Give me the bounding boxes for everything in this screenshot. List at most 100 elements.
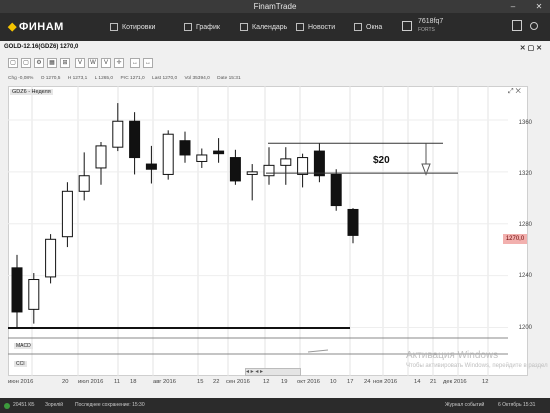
last-value: Last 1270,0 <box>152 76 178 81</box>
candle-body <box>297 157 309 175</box>
instrument-title: GOLD-12.16(GDZ6) 1270,0 <box>4 44 79 50</box>
crosshair-icon[interactable]: ✛ <box>114 58 124 68</box>
account-market: FORTS <box>418 27 435 33</box>
chart-icon <box>184 23 192 31</box>
x-axis-label: окт 2016 <box>297 379 320 385</box>
candle-body <box>263 164 275 177</box>
news-icon <box>296 23 304 31</box>
calendar-icon <box>240 23 248 31</box>
candle-body <box>246 171 258 175</box>
x-axis-label: 24 <box>364 379 371 385</box>
x-axis-label: 18 <box>130 379 137 385</box>
chart-scroll-navigator[interactable]: ◂ ▸ ◂ ▸ <box>245 368 301 376</box>
low-value: L 1265,0 <box>94 76 114 81</box>
x-axis-label: 15 <box>197 379 204 385</box>
candle-body <box>129 120 141 159</box>
account-info[interactable]: 7618fq7 FORTS <box>418 17 443 35</box>
high-value: H 1273,1 <box>67 76 88 81</box>
chart-window-header: GOLD-12.16(GDZ6) 1270,0 ✕ ▢ ✕ <box>4 44 546 54</box>
x-axis-label: 12 <box>482 379 489 385</box>
windows-icon <box>354 23 362 31</box>
nav-windows[interactable]: Окна <box>354 21 382 35</box>
quotes-icon <box>110 23 118 31</box>
candle-body <box>11 267 23 313</box>
wave-icon[interactable]: W <box>88 58 98 68</box>
candle-body <box>45 238 57 278</box>
candle-body <box>229 157 241 182</box>
candle-body <box>78 175 90 192</box>
cci-panel-label: CCI <box>14 361 27 367</box>
x-axis-label: ноя 2016 <box>373 379 398 385</box>
settings-gear-icon[interactable]: ⚙ <box>34 58 44 68</box>
prev-close-value: PrC 1271,0 <box>120 76 145 81</box>
zoom-out-icon[interactable]: ↔ <box>143 58 153 68</box>
change-value: Chg -0,08% <box>8 76 34 81</box>
top-navigation-bar: ◆ ФИНАМ Котировки График Календарь Новост… <box>0 13 550 41</box>
candle-body <box>28 279 40 310</box>
candle-body <box>61 190 73 238</box>
settings-icon[interactable] <box>512 20 522 31</box>
candle-body <box>313 150 325 177</box>
user-icon[interactable] <box>530 22 538 30</box>
x-axis-label: 22 <box>213 379 220 385</box>
nav-quotes[interactable]: Котировки <box>110 21 155 35</box>
connection-status-icon <box>4 403 10 409</box>
x-axis-label: 14 <box>414 379 421 385</box>
chart-window-controls[interactable]: ✕ ▢ ✕ <box>520 44 542 52</box>
x-axis-label: июл 2016 <box>78 379 104 385</box>
candle-body <box>280 158 292 166</box>
vertical-icon[interactable]: V <box>101 58 111 68</box>
volume-value: Vol 35394,0 <box>184 76 210 81</box>
price-chart[interactable] <box>8 86 508 376</box>
chart-period-label: GDZ6 - Неделя <box>10 89 53 95</box>
chart-annotation: $20 <box>373 155 390 166</box>
x-axis-label: 17 <box>347 379 354 385</box>
candle-body <box>179 140 191 156</box>
macd-line <box>307 349 329 353</box>
account-id: 7618fq7 <box>418 18 444 25</box>
candle-body <box>347 208 359 236</box>
macd-panel-label: MACD <box>14 343 33 349</box>
x-axis-label: 12 <box>263 379 270 385</box>
zoom-in-icon[interactable]: ↔ <box>130 58 140 68</box>
network-usage: 20451 КБ <box>13 402 35 408</box>
candle-body <box>95 145 107 169</box>
x-axis-label: авг 2016 <box>153 379 176 385</box>
x-axis-label: 21 <box>430 379 437 385</box>
briefcase-icon[interactable] <box>402 21 412 31</box>
price-label: 1360 <box>518 120 532 126</box>
new-icon[interactable]: ▢ <box>8 58 18 68</box>
nav-news[interactable]: Новости <box>296 21 335 35</box>
scroll-status: Зорелій <box>45 402 64 408</box>
ohlc-info-bar: Chg -0,08% O 1270,5 H 1273,1 L 1265,0 Pr… <box>8 76 247 81</box>
nav-chart[interactable]: График <box>184 21 220 35</box>
indicators-icon[interactable]: ▦ <box>47 58 57 68</box>
price-label: 1320 <box>518 171 532 177</box>
candle-body <box>196 154 208 162</box>
status-bar: 20451 КБ Зорелій Последнее сохранение: 1… <box>0 398 550 413</box>
candle-body <box>112 120 124 148</box>
price-label: 1200 <box>518 325 532 331</box>
windows-activation-watermark: Активация Windows Чтобы активировать Win… <box>406 350 548 369</box>
event-journal-link[interactable]: Журнал событий <box>445 398 484 413</box>
price-label: 1280 <box>518 222 532 228</box>
close-button[interactable]: ✕ <box>532 0 546 13</box>
x-axis-label: сен 2016 <box>226 379 250 385</box>
candle-body <box>330 173 342 207</box>
current-price-badge: 1270,0 <box>503 234 527 244</box>
nav-calendar[interactable]: Календарь <box>240 21 287 35</box>
x-axis-label: 11 <box>114 379 121 385</box>
status-date: 6 Октябрь 15:31 <box>498 402 536 408</box>
last-save-status: Последнее сохранение: 15:30 <box>75 402 145 408</box>
window-titlebar: FinamTrade – ✕ <box>0 0 550 13</box>
candle-body <box>213 150 225 155</box>
grid-icon[interactable]: ⊞ <box>60 58 70 68</box>
copy-icon[interactable]: ▢ <box>21 58 31 68</box>
volume-icon[interactable]: V <box>75 58 85 68</box>
x-axis-label: 20 <box>62 379 69 385</box>
expand-icon[interactable]: ⤢ ✕ <box>508 88 521 96</box>
x-axis-label: дек 2016 <box>443 379 467 385</box>
minimize-button[interactable]: – <box>506 0 520 13</box>
window-title: FinamTrade <box>253 2 297 11</box>
candle-body <box>145 163 157 170</box>
